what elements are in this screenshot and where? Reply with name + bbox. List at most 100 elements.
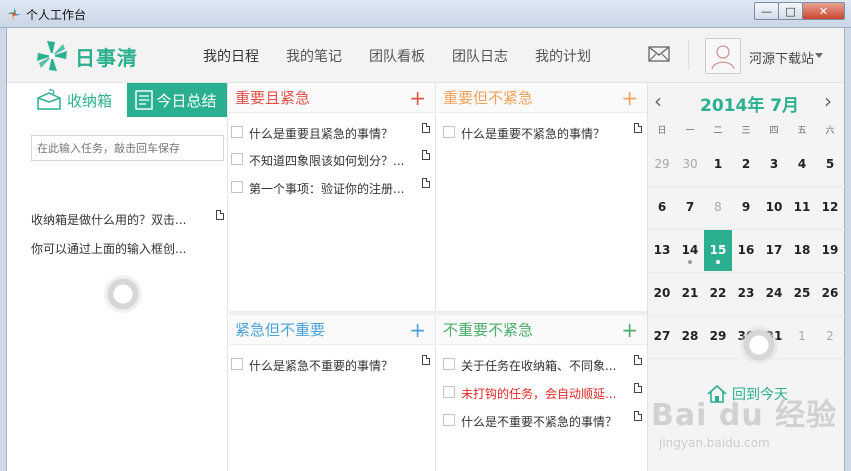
logo[interactable]: 日事清 — [35, 39, 138, 73]
note-icon[interactable] — [634, 383, 642, 393]
tab-summary-label: 今日总结 — [156, 91, 217, 110]
task-title[interactable]: 未打钩的任务，会自动顺延... — [461, 385, 631, 402]
calendar-day[interactable]: 8 — [704, 186, 732, 228]
task-item[interactable]: 什么是紧急不重要的事情？ — [229, 355, 436, 375]
note-icon[interactable] — [634, 411, 642, 421]
main-nav: 我的日程 我的笔记 团队看板 团队日志 我的计划 — [203, 46, 618, 66]
app-icon — [7, 7, 21, 21]
task-checkbox[interactable] — [231, 358, 243, 370]
note-icon[interactable] — [422, 355, 430, 365]
calendar-day[interactable]: 2 — [816, 315, 844, 357]
inbox-item[interactable]: 收纳箱是做什么用的？双击... — [31, 211, 216, 228]
calendar-day[interactable]: 30 — [676, 143, 704, 185]
add-task-plus-icon[interactable]: + — [409, 318, 426, 342]
quadrant-title: 重要且紧急 — [235, 89, 311, 107]
calendar-day[interactable]: 6 — [648, 186, 676, 228]
calendar-day[interactable]: 27 — [648, 315, 676, 357]
tab-inbox[interactable]: 收纳箱 — [25, 83, 127, 117]
calendar-day[interactable]: 17 — [760, 229, 788, 271]
task-item[interactable]: 关于任务在收纳箱、不同象... — [437, 355, 647, 375]
chevron-right-icon[interactable]: › — [824, 89, 832, 113]
calendar-day[interactable]: 9 — [732, 186, 760, 228]
add-task-plus-icon[interactable]: + — [409, 86, 426, 110]
add-task-plus-icon[interactable]: + — [621, 318, 638, 342]
calendar-day[interactable]: 2 — [732, 143, 760, 185]
chevron-left-icon[interactable]: ‹ — [654, 89, 662, 113]
calendar-day[interactable]: 19 — [816, 229, 844, 271]
task-title[interactable]: 不知道四象限该如何划分？... — [249, 152, 424, 169]
nav-my-plan[interactable]: 我的计划 — [535, 46, 591, 66]
task-item[interactable]: 不知道四象限该如何划分？... — [229, 150, 436, 170]
note-icon[interactable] — [216, 210, 224, 220]
user-name[interactable]: 河源下载站 — [749, 48, 814, 67]
calendar-day[interactable]: 28 — [676, 315, 704, 357]
inbox-box-icon — [37, 89, 61, 110]
task-checkbox[interactable] — [443, 386, 455, 398]
calendar-day[interactable]: 21 — [676, 272, 704, 314]
calendar-day[interactable]: 4 — [788, 143, 816, 185]
note-icon[interactable] — [422, 123, 430, 133]
calendar-day[interactable]: 11 — [788, 186, 816, 228]
calendar-day[interactable]: 25 — [788, 272, 816, 314]
task-title[interactable]: 什么是不重要不紧急的事情？ — [461, 413, 631, 430]
calendar-header: ‹ 2014年 7月 › — [648, 83, 845, 117]
calendar-day[interactable]: 29 — [648, 143, 676, 185]
task-title[interactable]: 什么是紧急不重要的事情？ — [249, 357, 424, 374]
task-checkbox[interactable] — [443, 358, 455, 370]
calendar-day[interactable]: 12 — [816, 186, 844, 228]
note-icon[interactable] — [422, 178, 430, 188]
task-title[interactable]: 关于任务在收纳箱、不同象... — [461, 357, 631, 374]
calendar-day[interactable]: 16 — [732, 229, 760, 271]
task-checkbox[interactable] — [231, 181, 243, 193]
calendar-day[interactable]: 13 — [648, 229, 676, 271]
window-title: 个人工作台 — [26, 8, 87, 22]
mail-icon[interactable] — [648, 46, 670, 62]
calendar-day[interactable]: 1 — [704, 143, 732, 185]
add-task-plus-icon[interactable]: + — [621, 86, 638, 110]
task-title[interactable]: 第一个事项：验证你的注册... — [249, 180, 424, 197]
calendar-day-selected[interactable]: 15 — [704, 229, 732, 271]
note-icon[interactable] — [634, 123, 642, 133]
logo-text: 日事清 — [75, 45, 138, 70]
note-icon[interactable] — [634, 355, 642, 365]
close-button[interactable]: ✕ — [802, 2, 845, 20]
calendar-day[interactable]: 18 — [788, 229, 816, 271]
task-item[interactable]: 什么是重要且紧急的事情？ — [229, 123, 436, 143]
task-title[interactable]: 什么是重要不紧急的事情？ — [461, 125, 631, 142]
chevron-down-icon[interactable] — [815, 53, 823, 58]
task-input[interactable] — [31, 135, 224, 161]
nav-my-schedule[interactable]: 我的日程 — [203, 46, 259, 66]
calendar-day[interactable]: 14 — [676, 229, 704, 271]
task-item[interactable]: 什么是不重要不紧急的事情？ — [437, 411, 647, 431]
user-avatar[interactable] — [705, 38, 741, 74]
calendar-day[interactable]: 10 — [760, 186, 788, 228]
minimize-button[interactable]: — — [754, 2, 779, 20]
tab-today-summary[interactable]: 今日总结 — [126, 83, 227, 117]
calendar-day[interactable]: 7 — [676, 186, 704, 228]
task-checkbox[interactable] — [443, 126, 455, 138]
weekday-label: 四 — [769, 126, 779, 136]
task-item[interactable]: 未打钩的任务，会自动顺延... — [437, 383, 647, 403]
task-checkbox[interactable] — [231, 126, 243, 138]
calendar-day[interactable]: 5 — [816, 143, 844, 185]
nav-team-log[interactable]: 团队日志 — [452, 46, 508, 66]
calendar-day[interactable]: 22 — [704, 272, 732, 314]
note-icon[interactable] — [422, 150, 430, 160]
calendar-day[interactable]: 3 — [760, 143, 788, 185]
calendar-day[interactable]: 23 — [732, 272, 760, 314]
task-title[interactable]: 什么是重要且紧急的事情？ — [249, 125, 424, 142]
task-item[interactable]: 什么是重要不紧急的事情？ — [437, 123, 647, 143]
calendar-day[interactable]: 20 — [648, 272, 676, 314]
task-checkbox[interactable] — [231, 153, 243, 165]
maximize-button[interactable]: □ — [778, 2, 803, 20]
task-item[interactable]: 第一个事项：验证你的注册... — [229, 178, 436, 198]
weekday-label: 六 — [825, 126, 835, 136]
calendar-day[interactable]: 24 — [760, 272, 788, 314]
calendar-day[interactable]: 29 — [704, 315, 732, 357]
inbox-item[interactable]: 你可以通过上面的输入框创... — [31, 240, 216, 257]
nav-team-board[interactable]: 团队看板 — [369, 46, 425, 66]
calendar-day[interactable]: 26 — [816, 272, 844, 314]
calendar-day[interactable]: 1 — [788, 315, 816, 357]
task-checkbox[interactable] — [443, 414, 455, 426]
nav-my-notes[interactable]: 我的笔记 — [286, 46, 342, 66]
